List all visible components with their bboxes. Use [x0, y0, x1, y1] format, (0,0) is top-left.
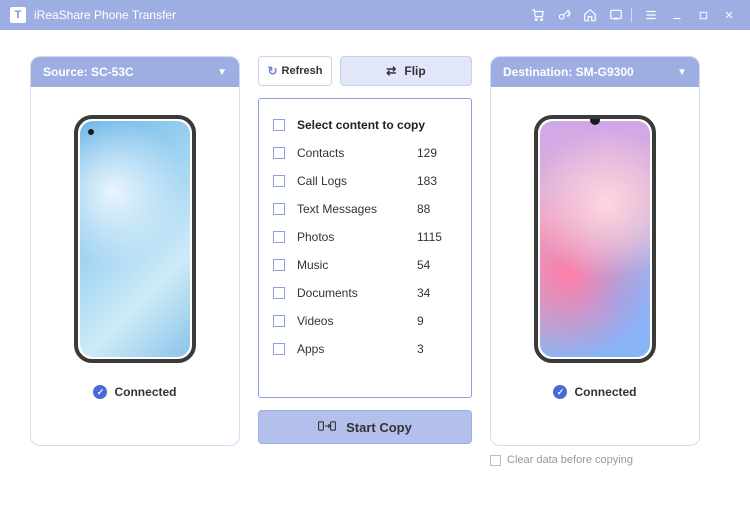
content-item-count: 88 [417, 202, 457, 216]
home-icon[interactable] [579, 4, 601, 26]
content-item-label: Text Messages [297, 202, 417, 216]
source-phone-screen [80, 121, 190, 357]
content-item-checkbox[interactable] [273, 315, 285, 327]
titlebar: T iReaShare Phone Transfer [0, 0, 750, 30]
content-item-checkbox[interactable] [273, 343, 285, 355]
source-device-dropdown[interactable]: Source: SC-53C ▼ [31, 57, 239, 87]
content-item-count: 34 [417, 286, 457, 300]
content-item-row[interactable]: Photos1115 [273, 223, 457, 251]
source-panel: Source: SC-53C ▼ ✓ Connected [30, 56, 240, 446]
start-copy-button[interactable]: Start Copy [258, 410, 472, 444]
destination-status-label: Connected [574, 385, 636, 399]
clear-data-checkbox[interactable] [490, 455, 501, 466]
content-item-label: Documents [297, 286, 417, 300]
chevron-down-icon: ▼ [217, 67, 227, 78]
content-item-count: 9 [417, 314, 457, 328]
start-copy-label: Start Copy [346, 420, 412, 435]
cart-icon[interactable] [527, 4, 549, 26]
content-item-row[interactable]: Documents34 [273, 279, 457, 307]
chevron-down-icon: ▼ [677, 67, 687, 78]
content-item-row[interactable]: Music54 [273, 251, 457, 279]
content-item-checkbox[interactable] [273, 259, 285, 271]
source-column: Source: SC-53C ▼ ✓ Connected [30, 56, 240, 491]
destination-phone-image [534, 115, 656, 363]
check-icon: ✓ [553, 385, 567, 399]
separator [631, 8, 632, 22]
minimize-icon[interactable] [666, 4, 688, 26]
maximize-icon[interactable] [692, 4, 714, 26]
destination-header-label: Destination: SM-G9300 [503, 65, 634, 79]
content-item-label: Music [297, 258, 417, 272]
refresh-icon: ↻ [267, 64, 277, 78]
feedback-icon[interactable] [605, 4, 627, 26]
destination-column: Destination: SM-G9300 ▼ ✓ Connected Clea… [490, 56, 700, 491]
copy-icon [318, 419, 336, 436]
content-item-count: 54 [417, 258, 457, 272]
content-item-label: Videos [297, 314, 417, 328]
source-status-label: Connected [114, 385, 176, 399]
refresh-label: Refresh [282, 65, 323, 77]
content-select-box: Select content to copy Contacts129Call L… [258, 98, 472, 398]
content-item-count: 129 [417, 146, 457, 160]
content-item-checkbox[interactable] [273, 147, 285, 159]
destination-panel: Destination: SM-G9300 ▼ ✓ Connected [490, 56, 700, 446]
content-item-checkbox[interactable] [273, 287, 285, 299]
content-item-checkbox[interactable] [273, 231, 285, 243]
close-icon[interactable] [718, 4, 740, 26]
content-item-row[interactable]: Text Messages88 [273, 195, 457, 223]
content-item-count: 1115 [417, 230, 457, 244]
flip-label: Flip [404, 64, 425, 78]
content-item-label: Apps [297, 342, 417, 356]
select-all-row[interactable]: Select content to copy [273, 111, 457, 139]
destination-status: ✓ Connected [553, 385, 636, 399]
source-phone-image [74, 115, 196, 363]
destination-body: ✓ Connected [491, 87, 699, 445]
app-logo: T [10, 7, 26, 23]
content-item-label: Contacts [297, 146, 417, 160]
content-item-count: 183 [417, 174, 457, 188]
refresh-button[interactable]: ↻ Refresh [258, 56, 332, 86]
source-body: ✓ Connected [31, 87, 239, 445]
app-title: iReaShare Phone Transfer [34, 8, 176, 22]
source-prefix: Source: [43, 65, 91, 79]
source-device-name: SC-53C [91, 65, 134, 79]
source-header-label: Source: SC-53C [43, 65, 134, 79]
clear-data-option[interactable]: Clear data before copying [490, 454, 700, 466]
destination-device-dropdown[interactable]: Destination: SM-G9300 ▼ [491, 57, 699, 87]
camera-dot [88, 129, 94, 135]
content-item-count: 3 [417, 342, 457, 356]
middle-column: ↻ Refresh ⇄ Flip Select content to copy … [258, 56, 472, 491]
content-item-label: Photos [297, 230, 417, 244]
content-items-list: Contacts129Call Logs183Text Messages88Ph… [273, 139, 457, 363]
content-item-row[interactable]: Call Logs183 [273, 167, 457, 195]
content-item-checkbox[interactable] [273, 175, 285, 187]
flip-button[interactable]: ⇄ Flip [340, 56, 472, 86]
source-status: ✓ Connected [93, 385, 176, 399]
destination-phone-screen [540, 121, 650, 357]
content-item-row[interactable]: Videos9 [273, 307, 457, 335]
content-item-checkbox[interactable] [273, 203, 285, 215]
flip-icon: ⇄ [386, 64, 396, 78]
key-icon[interactable] [553, 4, 575, 26]
destination-prefix: Destination: [503, 65, 576, 79]
content-item-row[interactable]: Contacts129 [273, 139, 457, 167]
clear-data-label: Clear data before copying [507, 454, 633, 466]
mid-buttons: ↻ Refresh ⇄ Flip [258, 56, 472, 86]
main-area: Source: SC-53C ▼ ✓ Connected ↻ Refresh [0, 30, 750, 507]
content-item-label: Call Logs [297, 174, 417, 188]
menu-icon[interactable] [640, 4, 662, 26]
check-icon: ✓ [93, 385, 107, 399]
select-all-checkbox[interactable] [273, 119, 285, 131]
content-item-row[interactable]: Apps3 [273, 335, 457, 363]
select-all-label: Select content to copy [297, 118, 457, 132]
destination-device-name: SM-G9300 [576, 65, 634, 79]
